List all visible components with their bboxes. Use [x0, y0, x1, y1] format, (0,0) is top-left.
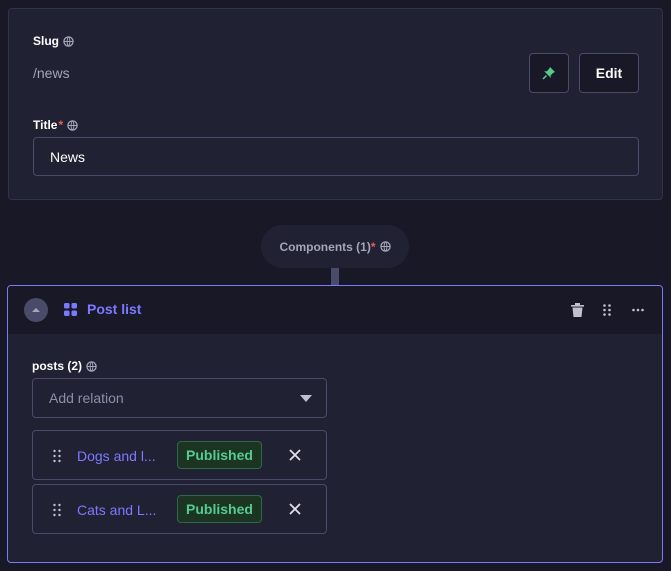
globe-icon: [67, 119, 78, 131]
components-connector: [331, 265, 339, 287]
slug-label-row: Slug: [33, 34, 74, 48]
drag-icon: [603, 304, 611, 316]
slug-label: Slug: [33, 34, 59, 48]
required-mark: *: [370, 239, 376, 254]
drag-handle[interactable]: [599, 302, 615, 318]
document-fields-card: Slug /news Edit Title * News: [8, 8, 663, 200]
status-badge: Published: [177, 495, 262, 523]
relation-item: Dogs and l... Published: [32, 430, 327, 480]
relation-link[interactable]: Cats and L...: [77, 502, 162, 518]
pin-button[interactable]: [529, 53, 569, 93]
globe-icon: [86, 360, 97, 372]
drag-icon[interactable]: [51, 502, 63, 518]
edit-slug-button[interactable]: Edit: [579, 53, 639, 93]
relation-link[interactable]: Dogs and l...: [77, 448, 162, 464]
component-header: Post list: [8, 286, 662, 334]
title-input[interactable]: News: [33, 137, 639, 176]
component-card: Post list posts (2) Add relation Dogs an…: [7, 285, 663, 563]
drag-icon[interactable]: [51, 448, 63, 464]
component-grid-icon: [64, 302, 77, 316]
components-pill: Components (1) *: [261, 225, 409, 268]
title-label: Title: [33, 118, 58, 132]
status-badge: Published: [177, 441, 262, 469]
title-label-row: Title *: [33, 118, 78, 132]
caret-down-icon: [300, 395, 312, 402]
components-label: Components (1): [279, 239, 371, 254]
chevron-up-icon: [32, 308, 40, 312]
slug-value: /news: [33, 65, 70, 81]
component-title[interactable]: Post list: [64, 301, 141, 317]
pin-icon: [542, 67, 555, 80]
close-icon[interactable]: [287, 501, 303, 517]
more-icon: [632, 308, 644, 312]
close-icon[interactable]: [287, 447, 303, 463]
required-mark: *: [58, 118, 64, 132]
posts-label-row: posts (2): [32, 359, 97, 373]
relation-item: Cats and L... Published: [32, 484, 327, 534]
globe-icon: [379, 241, 391, 252]
more-button[interactable]: [630, 302, 646, 318]
add-relation-select[interactable]: Add relation: [32, 378, 327, 418]
posts-label: posts (2): [32, 359, 83, 373]
globe-icon: [63, 35, 74, 47]
delete-button[interactable]: [569, 302, 585, 318]
collapse-button[interactable]: [24, 298, 48, 322]
trash-icon: [570, 303, 584, 317]
add-relation-placeholder: Add relation: [49, 390, 124, 406]
component-name: Post list: [87, 301, 142, 317]
